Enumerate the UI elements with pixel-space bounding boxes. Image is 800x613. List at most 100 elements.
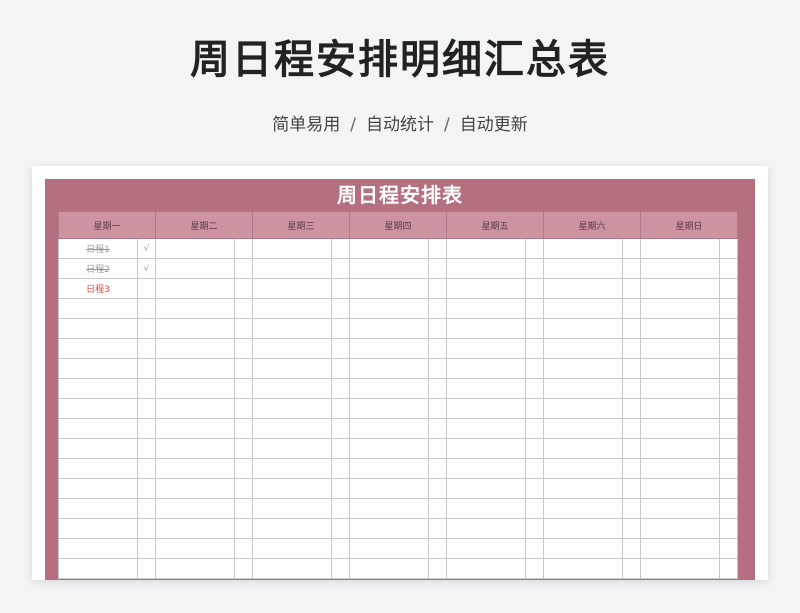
status-cell[interactable] — [622, 538, 641, 559]
status-cell[interactable] — [525, 338, 544, 359]
schedule-cell[interactable] — [446, 318, 526, 339]
status-cell[interactable] — [234, 518, 253, 539]
schedule-cell[interactable] — [349, 358, 429, 379]
status-cell[interactable] — [137, 418, 156, 439]
status-cell[interactable] — [331, 378, 350, 399]
status-cell[interactable] — [428, 438, 447, 459]
schedule-cell[interactable] — [446, 358, 526, 379]
schedule-cell[interactable] — [446, 398, 526, 419]
schedule-cell[interactable] — [640, 258, 720, 279]
status-cell[interactable] — [234, 458, 253, 479]
status-cell[interactable] — [234, 338, 253, 359]
status-cell[interactable] — [525, 378, 544, 399]
schedule-cell[interactable] — [543, 398, 623, 419]
status-cell[interactable] — [428, 498, 447, 519]
status-cell[interactable] — [331, 258, 350, 279]
schedule-cell[interactable] — [58, 538, 138, 559]
status-cell[interactable] — [331, 438, 350, 459]
status-cell[interactable] — [234, 538, 253, 559]
schedule-cell[interactable] — [349, 558, 429, 579]
schedule-cell[interactable] — [252, 358, 332, 379]
schedule-cell[interactable] — [155, 418, 235, 439]
schedule-cell[interactable] — [58, 438, 138, 459]
status-cell[interactable] — [428, 538, 447, 559]
schedule-cell[interactable] — [543, 438, 623, 459]
status-cell[interactable] — [137, 498, 156, 519]
status-cell[interactable] — [331, 298, 350, 319]
schedule-cell[interactable] — [640, 358, 720, 379]
schedule-cell[interactable] — [640, 398, 720, 419]
schedule-cell[interactable] — [349, 538, 429, 559]
status-cell[interactable] — [331, 498, 350, 519]
schedule-cell[interactable] — [252, 258, 332, 279]
schedule-cell[interactable] — [349, 318, 429, 339]
status-cell[interactable] — [234, 498, 253, 519]
status-cell[interactable] — [719, 438, 738, 459]
schedule-cell[interactable] — [155, 238, 235, 259]
status-cell[interactable] — [719, 378, 738, 399]
schedule-cell[interactable] — [252, 298, 332, 319]
schedule-cell[interactable] — [58, 398, 138, 419]
status-cell[interactable] — [428, 398, 447, 419]
schedule-item[interactable]: 日程1 — [58, 238, 138, 259]
status-cell[interactable] — [719, 338, 738, 359]
schedule-cell[interactable] — [543, 518, 623, 539]
check-mark[interactable]: √ — [137, 258, 156, 279]
status-cell[interactable] — [719, 238, 738, 259]
schedule-cell[interactable] — [446, 438, 526, 459]
status-cell[interactable] — [719, 298, 738, 319]
schedule-cell[interactable] — [640, 458, 720, 479]
schedule-cell[interactable] — [252, 498, 332, 519]
status-cell[interactable] — [525, 238, 544, 259]
status-cell[interactable] — [525, 518, 544, 539]
status-cell[interactable] — [234, 318, 253, 339]
schedule-cell[interactable] — [349, 238, 429, 259]
schedule-cell[interactable] — [155, 398, 235, 419]
status-cell[interactable] — [137, 478, 156, 499]
schedule-cell[interactable] — [543, 298, 623, 319]
schedule-cell[interactable] — [252, 418, 332, 439]
schedule-cell[interactable] — [252, 558, 332, 579]
schedule-cell[interactable] — [640, 558, 720, 579]
status-cell[interactable] — [428, 298, 447, 319]
schedule-cell[interactable] — [252, 518, 332, 539]
status-cell[interactable] — [622, 298, 641, 319]
schedule-cell[interactable] — [543, 318, 623, 339]
status-cell[interactable] — [428, 558, 447, 579]
schedule-cell[interactable] — [543, 538, 623, 559]
status-cell[interactable] — [234, 238, 253, 259]
schedule-cell[interactable] — [349, 518, 429, 539]
schedule-cell[interactable] — [446, 278, 526, 299]
status-cell[interactable] — [622, 478, 641, 499]
schedule-cell[interactable] — [155, 378, 235, 399]
status-cell[interactable] — [234, 378, 253, 399]
schedule-cell[interactable] — [640, 518, 720, 539]
schedule-cell[interactable] — [543, 558, 623, 579]
status-cell[interactable] — [428, 278, 447, 299]
status-cell[interactable] — [234, 558, 253, 579]
status-cell[interactable] — [525, 278, 544, 299]
status-cell[interactable] — [719, 318, 738, 339]
schedule-cell[interactable] — [446, 518, 526, 539]
schedule-cell[interactable] — [58, 478, 138, 499]
status-cell[interactable] — [137, 298, 156, 319]
schedule-item[interactable]: 日程2 — [58, 258, 138, 279]
schedule-cell[interactable] — [349, 338, 429, 359]
schedule-cell[interactable] — [446, 418, 526, 439]
schedule-cell[interactable] — [58, 458, 138, 479]
schedule-cell[interactable] — [446, 478, 526, 499]
schedule-cell[interactable] — [349, 418, 429, 439]
status-cell[interactable] — [137, 458, 156, 479]
schedule-cell[interactable] — [640, 478, 720, 499]
schedule-cell[interactable] — [252, 238, 332, 259]
schedule-cell[interactable] — [349, 398, 429, 419]
status-cell[interactable] — [137, 398, 156, 419]
status-cell[interactable] — [428, 238, 447, 259]
schedule-cell[interactable] — [58, 558, 138, 579]
status-cell[interactable] — [331, 278, 350, 299]
status-cell[interactable] — [622, 438, 641, 459]
schedule-cell[interactable] — [252, 478, 332, 499]
status-cell[interactable] — [428, 478, 447, 499]
schedule-cell[interactable] — [640, 278, 720, 299]
schedule-cell[interactable] — [252, 538, 332, 559]
